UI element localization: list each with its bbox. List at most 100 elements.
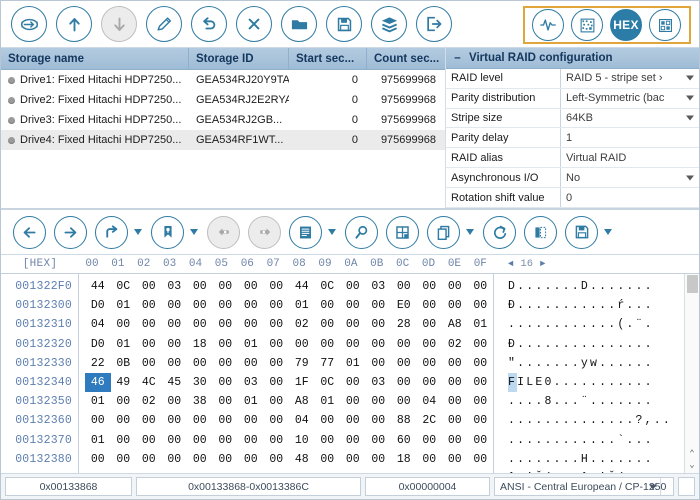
hex-byte[interactable]: 00 bbox=[366, 431, 392, 450]
hex-byte[interactable]: 00 bbox=[417, 354, 443, 373]
ascii-char[interactable]: . bbox=[554, 392, 563, 411]
ascii-char[interactable]: . bbox=[554, 277, 563, 296]
ascii-char[interactable]: . bbox=[617, 411, 626, 430]
hex-byte[interactable]: 00 bbox=[315, 296, 341, 315]
encoding-select[interactable]: ANSI - Central European / CP-1250 bbox=[494, 477, 674, 496]
hex-byte[interactable]: 00 bbox=[162, 411, 188, 430]
ascii-char[interactable]: , bbox=[645, 411, 654, 430]
ascii-char[interactable]: . bbox=[645, 450, 654, 469]
ascii-char[interactable]: â bbox=[581, 469, 590, 473]
hex-byte[interactable]: 00 bbox=[366, 296, 392, 315]
hex-byte[interactable]: 48 bbox=[289, 450, 315, 469]
ascii-row[interactable]: ............`... bbox=[508, 431, 699, 450]
ascii-char[interactable]: . bbox=[517, 431, 526, 450]
hex-byte[interactable]: 45 bbox=[162, 373, 188, 392]
hex-byte[interactable]: 00 bbox=[417, 373, 443, 392]
ascii-char[interactable]: . bbox=[526, 354, 535, 373]
ascii-row[interactable]: ........H....... bbox=[508, 450, 699, 469]
chevron-down-icon[interactable] bbox=[686, 96, 694, 101]
ascii-char[interactable]: . bbox=[626, 296, 635, 315]
ascii-char[interactable]: . bbox=[517, 411, 526, 430]
ascii-char[interactable]: . bbox=[544, 450, 553, 469]
ascii-char[interactable]: . bbox=[599, 354, 608, 373]
ascii-char[interactable]: . bbox=[590, 411, 599, 430]
layers-button[interactable] bbox=[371, 6, 407, 42]
hex-row[interactable]: 00000000000000004800000018000000 bbox=[85, 450, 493, 469]
ascii-char[interactable]: . bbox=[517, 335, 526, 354]
ascii-char[interactable]: . bbox=[581, 411, 590, 430]
move-down-button[interactable] bbox=[101, 6, 137, 42]
hex-byte[interactable]: 30 bbox=[187, 373, 213, 392]
hex-byte[interactable]: 01 bbox=[238, 335, 264, 354]
ascii-char[interactable]: . bbox=[599, 392, 608, 411]
ascii-char[interactable]: . bbox=[599, 373, 608, 392]
hex-byte[interactable]: 00 bbox=[442, 450, 468, 469]
hex-byte[interactable]: 00 bbox=[340, 277, 366, 296]
hex-byte[interactable]: 00 bbox=[111, 392, 137, 411]
ascii-char[interactable]: Ð bbox=[508, 296, 517, 315]
hex-byte[interactable]: 00 bbox=[340, 431, 366, 450]
ascii-char[interactable]: . bbox=[645, 315, 654, 334]
ascii-char[interactable]: . bbox=[544, 335, 553, 354]
parity-distribution-select[interactable]: Left-Symmetric (bac bbox=[561, 89, 699, 108]
hex-byte[interactable]: 1C bbox=[417, 469, 443, 473]
copy-dropdown[interactable] bbox=[466, 229, 474, 235]
ascii-char[interactable]: . bbox=[572, 450, 581, 469]
previous-bookmark-button[interactable] bbox=[207, 216, 240, 249]
ascii-char[interactable]: . bbox=[645, 296, 654, 315]
ascii-char[interactable]: . bbox=[590, 335, 599, 354]
ascii-char[interactable]: . bbox=[608, 373, 617, 392]
ascii-row[interactable]: Ð............... bbox=[508, 335, 699, 354]
ascii-char[interactable]: . bbox=[599, 450, 608, 469]
ascii-char[interactable]: . bbox=[572, 392, 581, 411]
hex-byte[interactable]: 8D bbox=[162, 469, 188, 473]
hex-row[interactable]: 000000000000000004000000882C0000 bbox=[85, 411, 493, 430]
hex-byte[interactable]: 00 bbox=[187, 277, 213, 296]
ascii-char[interactable]: . bbox=[563, 335, 572, 354]
navigate-back-button[interactable] bbox=[13, 216, 46, 249]
ascii-char[interactable]: . bbox=[517, 277, 526, 296]
hex-byte[interactable]: 00 bbox=[366, 315, 392, 334]
ascii-char[interactable]: . bbox=[581, 315, 590, 334]
hex-byte[interactable]: 00 bbox=[264, 296, 290, 315]
hex-byte[interactable]: 00 bbox=[340, 315, 366, 334]
hex-byte[interactable]: 00 bbox=[238, 431, 264, 450]
hex-row[interactable]: D00100000000000001000000E0000000 bbox=[85, 296, 493, 315]
hex-byte[interactable]: 00 bbox=[238, 354, 264, 373]
hex-byte[interactable]: 00 bbox=[468, 392, 494, 411]
hex-byte[interactable]: 01 bbox=[468, 315, 494, 334]
undo-button[interactable] bbox=[191, 6, 227, 42]
ascii-char[interactable]: . bbox=[572, 354, 581, 373]
ascii-char[interactable]: . bbox=[636, 450, 645, 469]
ascii-row[interactable]: FILE0........... bbox=[508, 373, 699, 392]
hex-byte[interactable]: 00 bbox=[264, 392, 290, 411]
hex-byte[interactable]: 00 bbox=[213, 373, 239, 392]
hex-byte[interactable]: 22 bbox=[85, 354, 111, 373]
hex-byte[interactable]: 01 bbox=[315, 392, 341, 411]
hex-row[interactable]: 220B0000000000007977010000000000 bbox=[85, 354, 493, 373]
hex-byte[interactable]: 00 bbox=[468, 296, 494, 315]
hex-byte[interactable]: 00 bbox=[213, 392, 239, 411]
hex-byte[interactable]: 04 bbox=[417, 392, 443, 411]
hex-byte[interactable]: 00 bbox=[264, 277, 290, 296]
ascii-char[interactable]: . bbox=[554, 296, 563, 315]
hex-byte[interactable]: D7 bbox=[238, 469, 264, 473]
hex-byte[interactable]: 00 bbox=[111, 431, 137, 450]
hex-byte[interactable]: E0 bbox=[391, 296, 417, 315]
list-view-button[interactable] bbox=[289, 216, 322, 249]
ascii-char[interactable]: . bbox=[636, 277, 645, 296]
status-range-field[interactable]: 0x00133868-0x0013386C bbox=[136, 477, 361, 496]
bytes-per-row-next-icon[interactable]: ► bbox=[540, 259, 545, 269]
hex-byte[interactable]: 00 bbox=[340, 392, 366, 411]
go-to-offset-button[interactable] bbox=[95, 216, 128, 249]
hex-byte[interactable]: 60 bbox=[391, 431, 417, 450]
ascii-char[interactable]: . bbox=[581, 373, 590, 392]
ascii-char[interactable]: . bbox=[626, 277, 635, 296]
ascii-char[interactable]: . bbox=[544, 296, 553, 315]
hex-byte[interactable]: 1F bbox=[289, 373, 315, 392]
ascii-char[interactable]: . bbox=[526, 296, 535, 315]
export-button[interactable] bbox=[416, 6, 452, 42]
hex-byte[interactable]: 00 bbox=[366, 411, 392, 430]
ascii-char[interactable]: ¨ bbox=[581, 392, 590, 411]
hex-byte[interactable]: 03 bbox=[238, 373, 264, 392]
